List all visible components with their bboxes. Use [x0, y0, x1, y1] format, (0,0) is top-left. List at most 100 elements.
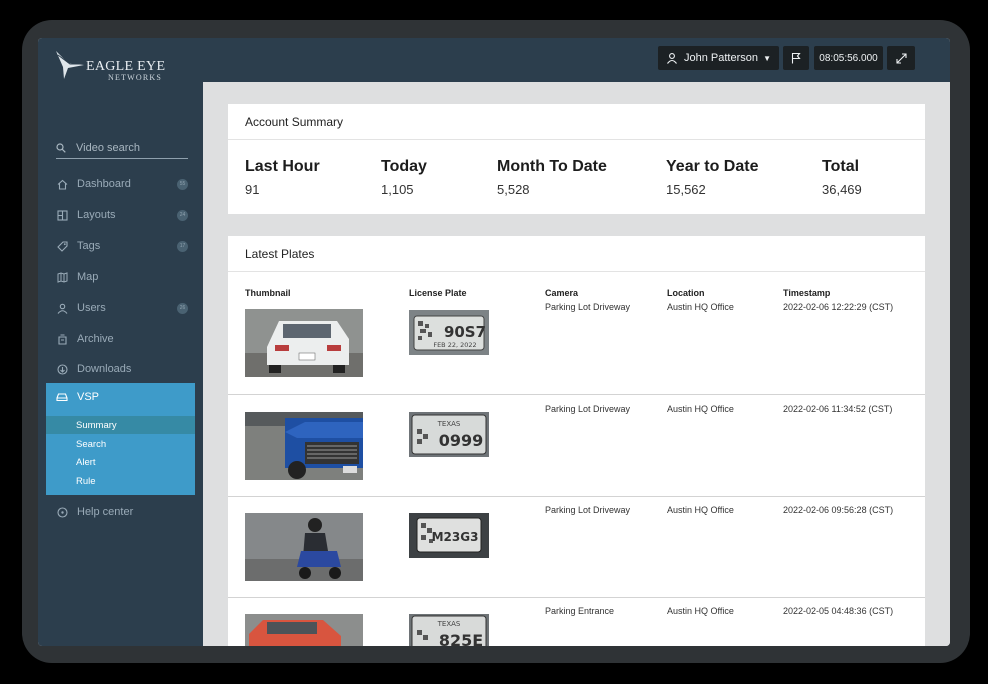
- vehicle-thumbnail[interactable]: [245, 513, 363, 581]
- table-row[interactable]: TEXAS 825E Parking Entrance Austin HQ Of…: [228, 598, 925, 646]
- stat-last-hour: Last Hour 91: [245, 158, 320, 197]
- account-summary-card: Account Summary Last Hour 91 Today 1,105…: [228, 104, 925, 214]
- plate-text: 825E: [439, 631, 483, 646]
- help-icon: [56, 506, 68, 518]
- vsp-item-search[interactable]: Search: [46, 435, 195, 453]
- home-icon: [56, 178, 68, 190]
- license-plate-image[interactable]: TEXAS 0999: [409, 412, 489, 457]
- sidebar-item-tags[interactable]: Tags 17: [56, 236, 188, 256]
- count-badge: 17: [177, 240, 188, 252]
- stat-label: Year to Date: [666, 158, 759, 175]
- eagle-icon: [56, 51, 84, 79]
- plate-subtext: TEXAS: [437, 420, 461, 428]
- sidebar-item-label: Archive: [77, 333, 114, 345]
- sidebar-item-label: Map: [77, 271, 99, 283]
- timestamp-cell: 2022-02-06 12:22:29 (CST): [783, 302, 894, 312]
- tag-icon: [56, 240, 68, 252]
- table-row[interactable]: 90S7 FEB 22, 2022 Parking Lot Driveway A…: [228, 294, 925, 395]
- camera-cell: Parking Entrance: [545, 606, 615, 616]
- vsp-item-summary[interactable]: Summary: [46, 416, 195, 434]
- top-bar: EAGLE EYE NETWORKS John Patterson ▼ 08:0…: [38, 38, 950, 82]
- main-content: Account Summary Last Hour 91 Today 1,105…: [203, 82, 950, 646]
- license-plate-image[interactable]: TEXAS 825E: [409, 614, 489, 646]
- vsp-item-rule[interactable]: Rule: [46, 472, 195, 490]
- stat-label: Last Hour: [245, 158, 320, 175]
- video-search-label: Video search: [76, 141, 141, 154]
- location-cell: Austin HQ Office: [667, 505, 734, 515]
- vsp-item-alert[interactable]: Alert: [46, 453, 195, 471]
- stat-value: 91: [245, 182, 260, 197]
- video-search-input[interactable]: Video search: [56, 137, 188, 159]
- sidebar-section-vsp: VSP Summary Search Alert Rule: [46, 383, 195, 495]
- table-row[interactable]: TEXAS 0999 Parking Lot Driveway Austin H…: [228, 396, 925, 497]
- vehicle-thumbnail[interactable]: [245, 412, 363, 480]
- vehicle-thumbnail[interactable]: [245, 614, 363, 646]
- sidebar-item-vsp[interactable]: VSP: [56, 391, 99, 403]
- timestamp-cell: 2022-02-06 11:34:52 (CST): [783, 404, 893, 414]
- sidebar-item-label: Users: [77, 302, 106, 314]
- plate-subtext: FEB 22, 2022: [433, 341, 476, 349]
- stat-value: 36,469: [822, 182, 862, 197]
- license-plate-image[interactable]: M23G3: [409, 513, 489, 558]
- plate-text: M23G3: [432, 530, 479, 544]
- plate-text: 0999: [439, 431, 484, 450]
- timestamp-cell: 2022-02-06 09:56:28 (CST): [783, 505, 894, 515]
- clock-display: 08:05:56.000: [814, 46, 883, 70]
- latest-plates-card: Latest Plates Thumbnail License Plate Ca…: [228, 236, 925, 646]
- sidebar-item-label: Downloads: [77, 363, 132, 375]
- stat-value: 15,562: [666, 182, 706, 197]
- sidebar-item-archive[interactable]: Archive: [56, 329, 188, 349]
- search-icon: [56, 142, 66, 153]
- timestamp-cell: 2022-02-05 04:48:36 (CST): [783, 606, 894, 616]
- app-screen: EAGLE EYE NETWORKS John Patterson ▼ 08:0…: [38, 38, 950, 646]
- card-title: Account Summary: [228, 104, 925, 140]
- stat-label: Total: [822, 158, 860, 175]
- table-row[interactable]: M23G3 Parking Lot Driveway Austin HQ Off…: [228, 497, 925, 598]
- layouts-icon: [56, 209, 68, 221]
- stat-label: Today: [381, 158, 427, 175]
- location-cell: Austin HQ Office: [667, 404, 734, 414]
- camera-cell: Parking Lot Driveway: [545, 505, 631, 515]
- sidebar-item-users[interactable]: Users 26: [56, 298, 188, 318]
- count-badge: 24: [177, 209, 188, 221]
- camera-cell: Parking Lot Driveway: [545, 404, 631, 414]
- expand-icon: [895, 52, 907, 64]
- sidebar: Video search Dashboard 55 Layouts 24 Tag…: [38, 82, 203, 646]
- stat-total: Total 36,469: [822, 158, 862, 197]
- sidebar-item-downloads[interactable]: Downloads: [56, 359, 188, 379]
- location-cell: Austin HQ Office: [667, 606, 734, 616]
- user-icon: [56, 302, 68, 314]
- user-menu-button[interactable]: John Patterson ▼: [658, 46, 779, 70]
- car-icon: [56, 393, 68, 402]
- brand-subname: NETWORKS: [108, 73, 163, 82]
- card-title: Latest Plates: [228, 236, 925, 272]
- fullscreen-button[interactable]: [887, 46, 915, 70]
- location-cell: Austin HQ Office: [667, 302, 734, 312]
- stat-value: 1,105: [381, 182, 414, 197]
- user-icon: [667, 53, 677, 64]
- stat-value: 5,528: [497, 182, 530, 197]
- sidebar-item-map[interactable]: Map: [56, 267, 188, 287]
- vehicle-thumbnail[interactable]: [245, 309, 363, 377]
- camera-cell: Parking Lot Driveway: [545, 302, 631, 312]
- sidebar-item-label: Dashboard: [77, 178, 131, 190]
- brand-logo[interactable]: EAGLE EYE NETWORKS: [54, 49, 165, 85]
- license-plate-image[interactable]: 90S7 FEB 22, 2022: [409, 310, 489, 355]
- user-name: John Patterson: [684, 52, 758, 64]
- caret-down-icon: ▼: [763, 53, 771, 63]
- stat-label: Month To Date: [497, 158, 607, 175]
- sidebar-item-help-center[interactable]: Help center: [56, 502, 188, 522]
- download-icon: [56, 363, 68, 375]
- sidebar-item-label: Tags: [77, 240, 101, 252]
- plate-subtext: TEXAS: [437, 620, 461, 628]
- flag-button[interactable]: [783, 46, 809, 70]
- stat-today: Today 1,105: [381, 158, 427, 197]
- count-badge: 55: [177, 178, 188, 190]
- sidebar-item-label: Help center: [77, 506, 134, 518]
- sidebar-item-dashboard[interactable]: Dashboard 55: [56, 174, 188, 194]
- stat-year-to-date: Year to Date 15,562: [666, 158, 758, 197]
- sidebar-item-layouts[interactable]: Layouts 24: [56, 205, 188, 225]
- archive-icon: [56, 333, 68, 345]
- count-badge: 26: [177, 302, 188, 314]
- sidebar-item-label: Layouts: [77, 209, 116, 221]
